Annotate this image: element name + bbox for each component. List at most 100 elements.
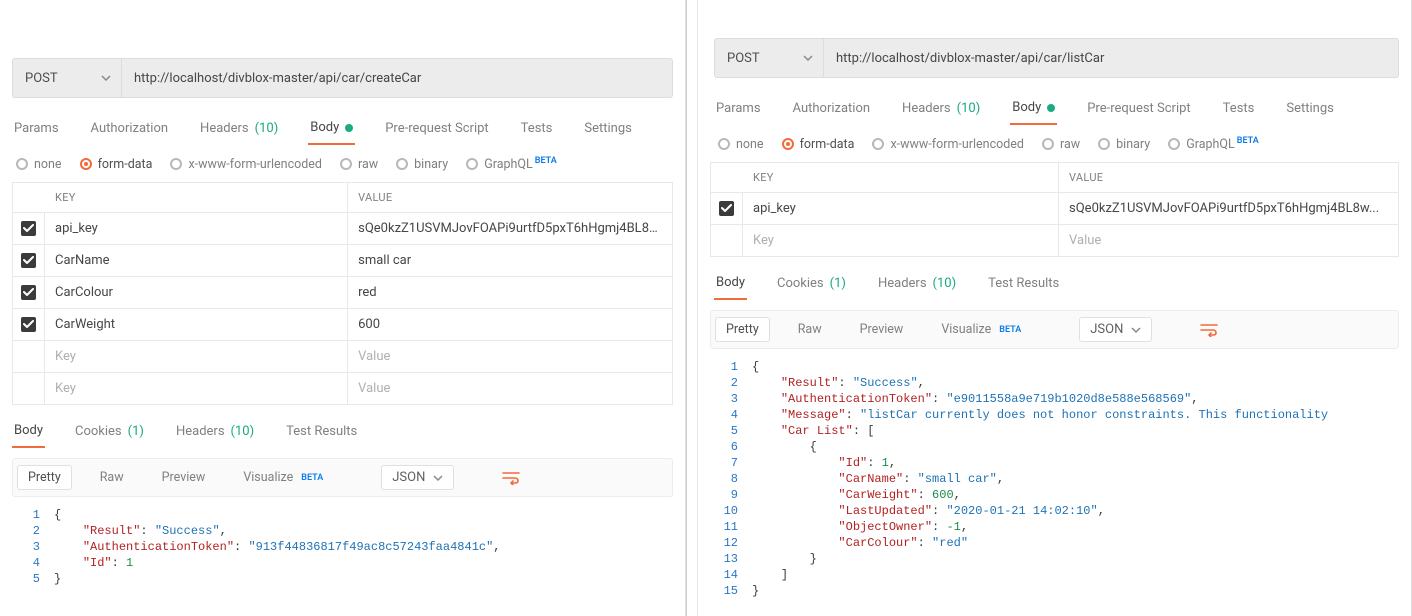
- check-icon: [21, 285, 36, 300]
- resp-tab-body[interactable]: Body: [714, 269, 747, 300]
- pretty-mode-pretty[interactable]: Pretty: [17, 465, 72, 490]
- pretty-mode-raw[interactable]: Raw: [90, 466, 134, 489]
- code-line: 1{: [12, 507, 673, 523]
- bodytype-none[interactable]: none: [718, 137, 764, 152]
- response-body-code[interactable]: 1{2 "Result": "Success",3 "Authenticatio…: [12, 503, 673, 587]
- form-data-table: KEY VALUE api_keysQe0kzZ1USVMJovFOAPi9ur…: [12, 182, 673, 405]
- pretty-mode-visualize[interactable]: VisualizeBETA: [233, 466, 333, 489]
- wrap-lines-icon[interactable]: [1192, 319, 1226, 341]
- format-select[interactable]: JSON: [1079, 317, 1152, 342]
- radio-icon: [1042, 138, 1054, 150]
- bodytype-xwww[interactable]: x-www-form-urlencoded: [872, 137, 1024, 152]
- code-line: 4 "Id": 1: [12, 555, 673, 571]
- tab-authorization[interactable]: Authorization: [791, 92, 873, 125]
- http-method-select[interactable]: POST: [12, 58, 122, 98]
- resp-tab-test-results[interactable]: Test Results: [284, 417, 359, 448]
- line-number: 9: [710, 487, 752, 503]
- pretty-mode-visualize[interactable]: VisualizeBETA: [931, 318, 1031, 341]
- bodytype-raw[interactable]: raw: [340, 157, 378, 172]
- pretty-mode-pretty[interactable]: Pretty: [715, 317, 770, 342]
- bodytype-form-data[interactable]: form-data: [782, 137, 855, 152]
- tab-settings[interactable]: Settings: [582, 112, 633, 145]
- resp-tab-headers[interactable]: Headers (10): [174, 417, 256, 448]
- pretty-mode-preview[interactable]: Preview: [152, 466, 216, 489]
- line-number: 5: [710, 423, 752, 439]
- tab-headers-count: (10): [957, 101, 981, 116]
- url-input[interactable]: http://localhost/divblox-master/api/car/…: [824, 38, 1399, 78]
- format-select[interactable]: JSON: [381, 465, 454, 490]
- kv-value-header: VALUE: [1059, 163, 1398, 192]
- tab-body-label: Body: [1012, 100, 1041, 115]
- pretty-mode-raw[interactable]: Raw: [788, 318, 832, 341]
- code-line: 9 "CarWeight": 600,: [710, 487, 1399, 503]
- row-checkbox[interactable]: [13, 309, 45, 340]
- tab-params[interactable]: Params: [12, 112, 61, 145]
- tab-authorization[interactable]: Authorization: [89, 112, 171, 145]
- radio-icon: [466, 158, 478, 170]
- kv-value-input[interactable]: sQe0kzZ1USVMJovFOAPi9urtfD5pxT6hHgmj4BL8…: [1059, 193, 1398, 224]
- check-icon: [21, 221, 36, 236]
- tab-settings[interactable]: Settings: [1284, 92, 1335, 125]
- code-line: 6 {: [710, 439, 1399, 455]
- code-line: 11 "ObjectOwner": -1,: [710, 519, 1399, 535]
- kv-key-input[interactable]: Key: [45, 373, 348, 404]
- tab-prerequest[interactable]: Pre-request Script: [1085, 92, 1192, 125]
- kv-key-input[interactable]: Key: [743, 225, 1059, 256]
- code-line: 2 "Result": "Success",: [12, 523, 673, 539]
- tab-body[interactable]: Body: [308, 112, 355, 145]
- tab-body[interactable]: Body: [1010, 92, 1057, 125]
- row-checkbox[interactable]: [13, 277, 45, 308]
- kv-value-input[interactable]: small car: [348, 245, 672, 276]
- line-number: 6: [710, 439, 752, 455]
- bodytype-graphql[interactable]: GraphQLBETA: [466, 156, 557, 172]
- tab-headers[interactable]: Headers (10): [900, 92, 982, 125]
- kv-value-input[interactable]: Value: [348, 341, 672, 372]
- kv-key-input[interactable]: CarName: [45, 245, 348, 276]
- kv-key-input[interactable]: api_key: [743, 193, 1059, 224]
- http-method-select[interactable]: POST: [714, 38, 824, 78]
- radio-icon: [170, 158, 182, 170]
- kv-value-input[interactable]: Value: [348, 373, 672, 404]
- line-number: 10: [710, 503, 752, 519]
- wrap-lines-icon[interactable]: [494, 467, 528, 489]
- table-row: CarNamesmall car: [13, 245, 672, 277]
- kv-value-input[interactable]: sQe0kzZ1USVMJovFOAPi9urtfD5pxT6hHgmj4BL8…: [348, 213, 672, 244]
- kv-key-input[interactable]: Key: [45, 341, 348, 372]
- radio-icon: [1098, 138, 1110, 150]
- row-checkbox[interactable]: [13, 245, 45, 276]
- form-data-table: KEY VALUE api_keysQe0kzZ1USVMJovFOAPi9ur…: [710, 162, 1399, 257]
- row-checkbox[interactable]: [711, 193, 743, 224]
- tab-params[interactable]: Params: [714, 92, 763, 125]
- tab-tests[interactable]: Tests: [519, 112, 555, 145]
- kv-key-input[interactable]: api_key: [45, 213, 348, 244]
- resp-tab-cookies[interactable]: Cookies (1): [73, 417, 146, 448]
- kv-value-input[interactable]: red: [348, 277, 672, 308]
- kv-value-input[interactable]: 600: [348, 309, 672, 340]
- tab-headers[interactable]: Headers (10): [198, 112, 280, 145]
- bodytype-raw[interactable]: raw: [1042, 137, 1080, 152]
- bodytype-binary[interactable]: binary: [1098, 137, 1150, 152]
- resp-tab-cookies[interactable]: Cookies (1): [775, 269, 848, 300]
- row-checkbox[interactable]: [13, 213, 45, 244]
- resp-tab-body[interactable]: Body: [12, 417, 45, 448]
- resp-tab-test-results[interactable]: Test Results: [986, 269, 1061, 300]
- tab-tests[interactable]: Tests: [1221, 92, 1257, 125]
- bodytype-graphql[interactable]: GraphQLBETA: [1168, 136, 1259, 152]
- response-body-code[interactable]: 1{2 "Result": "Success",3 "Authenticatio…: [710, 355, 1399, 599]
- code-line: 3 "AuthenticationToken": "e9011558a9e719…: [710, 391, 1399, 407]
- bodytype-xwww[interactable]: x-www-form-urlencoded: [170, 157, 322, 172]
- tab-prerequest[interactable]: Pre-request Script: [383, 112, 490, 145]
- bodytype-binary[interactable]: binary: [396, 157, 448, 172]
- pretty-mode-preview[interactable]: Preview: [850, 318, 914, 341]
- bodytype-form-data[interactable]: form-data: [80, 157, 153, 172]
- active-dot-icon: [345, 124, 353, 132]
- resp-tab-headers[interactable]: Headers (10): [876, 269, 958, 300]
- line-number: 12: [710, 535, 752, 551]
- kv-value-header: VALUE: [348, 183, 672, 212]
- url-input[interactable]: http://localhost/divblox-master/api/car/…: [122, 58, 673, 98]
- kv-key-input[interactable]: CarColour: [45, 277, 348, 308]
- kv-value-input[interactable]: Value: [1059, 225, 1398, 256]
- pane-divider[interactable]: [686, 0, 698, 616]
- kv-key-input[interactable]: CarWeight: [45, 309, 348, 340]
- bodytype-none[interactable]: none: [16, 157, 62, 172]
